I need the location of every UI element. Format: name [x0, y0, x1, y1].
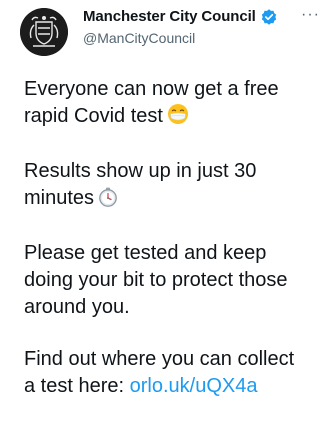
face-with-medical-mask-icon	[167, 103, 189, 133]
tweet-line: rapid Covid test	[24, 103, 326, 133]
tweet-line: Please get tested and keep	[24, 242, 267, 264]
display-name[interactable]: Manchester City Council	[83, 8, 256, 25]
tweet-paragraph: Everyone can now get a free rapid Covid …	[24, 76, 326, 133]
tweet-line-text: minutes	[24, 187, 95, 209]
tweet-line: Find out where you can collect	[24, 348, 295, 370]
tweet-line: around you.	[24, 296, 130, 318]
tweet-line: Everyone can now get a free	[24, 78, 279, 100]
tweet-card: Manchester City Council ··· @ManCityCoun…	[0, 0, 326, 411]
account-name-row: Manchester City Council	[83, 8, 277, 25]
account-handle[interactable]: @ManCityCouncil	[83, 30, 195, 46]
tweet-line: Results show up in just 30	[24, 160, 257, 182]
stopwatch-icon	[98, 187, 118, 215]
more-options-icon[interactable]: ···	[301, 6, 320, 24]
council-crest-avatar[interactable]	[20, 8, 68, 56]
tweet-line: minutes	[24, 185, 326, 215]
tweet-line: doing your bit to protect those	[24, 269, 288, 291]
tweet-line-text: rapid Covid test	[24, 105, 163, 127]
tweet-text: Everyone can now get a free rapid Covid …	[24, 76, 326, 425]
tweet-paragraph: Find out where you can collect a test he…	[24, 346, 326, 400]
tweet-link[interactable]: orlo.uk/uQX4a	[130, 375, 258, 397]
tweet-paragraph: Please get tested and keep doing your bi…	[24, 240, 326, 321]
tweet-line-text: a test here:	[24, 375, 125, 397]
tweet-paragraph: Results show up in just 30 minutes	[24, 158, 326, 215]
verified-badge-icon	[261, 8, 277, 25]
tweet-line: a test here: orlo.uk/uQX4a	[24, 373, 326, 400]
